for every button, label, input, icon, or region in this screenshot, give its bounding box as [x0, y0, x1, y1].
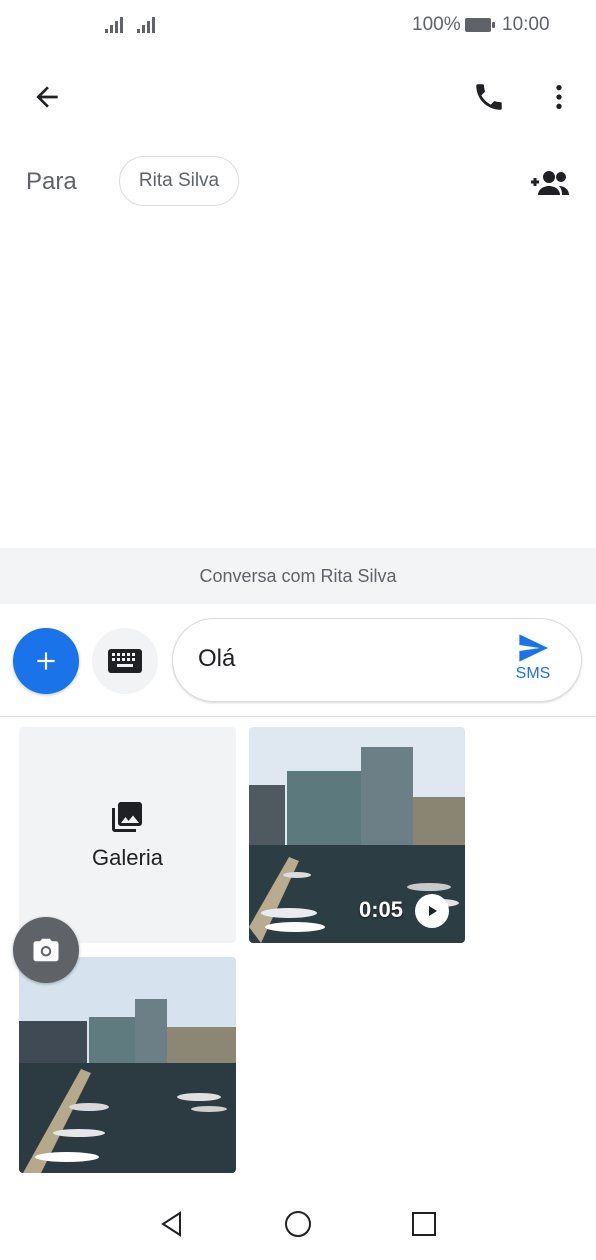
battery-percent: 100%	[412, 14, 461, 35]
more-options-button[interactable]	[534, 72, 584, 122]
send-icon	[519, 634, 548, 662]
play-badge	[415, 894, 449, 928]
camera-button[interactable]	[13, 917, 79, 983]
nav-back-button[interactable]	[148, 1202, 196, 1246]
signal-bars-icon	[105, 17, 123, 33]
more-vert-icon	[556, 85, 562, 109]
recipient-chip[interactable]: Rita Silva	[119, 156, 239, 206]
back-button[interactable]	[22, 72, 72, 122]
keyboard-icon	[108, 649, 142, 673]
to-label: Para	[26, 168, 77, 195]
recipient-row: Para Rita Silva	[0, 142, 596, 225]
video-duration: 0:05	[359, 897, 404, 922]
photo-library-icon	[112, 802, 142, 832]
message-input[interactable]: Olá SMS	[172, 618, 582, 702]
circle-home-icon	[285, 1211, 311, 1237]
video-thumbnail[interactable]: 0:05	[249, 727, 465, 943]
nav-recents-button[interactable]	[400, 1202, 448, 1246]
app-bar	[0, 52, 596, 142]
navigation-bar	[0, 1190, 596, 1260]
status-bar: 100% 10:00	[0, 0, 596, 52]
square-recents-icon	[412, 1212, 436, 1236]
compose-bar: Olá SMS	[0, 604, 596, 717]
harbor-image	[19, 957, 236, 1173]
add-people-icon	[531, 171, 569, 195]
keyboard-button[interactable]	[92, 628, 158, 694]
nav-home-button[interactable]	[274, 1202, 322, 1246]
gallery-tile[interactable]: Galeria	[19, 727, 236, 943]
triangle-back-icon	[161, 1211, 181, 1237]
phone-icon	[476, 84, 502, 110]
plus-icon	[37, 652, 55, 670]
battery-icon	[465, 18, 495, 32]
play-icon	[429, 906, 437, 916]
send-sms-label: SMS	[515, 665, 551, 682]
message-text: Olá	[198, 645, 236, 672]
conversation-area	[0, 224, 596, 548]
conversation-banner: Conversa com Rita Silva	[0, 548, 596, 604]
signal-bars-icon	[137, 17, 155, 33]
camera-icon	[33, 938, 59, 962]
status-time: 10:00	[502, 14, 550, 35]
add-attachment-button[interactable]	[13, 628, 79, 694]
gallery-label: Galeria	[92, 845, 163, 870]
call-button[interactable]	[464, 72, 514, 122]
photo-thumbnail[interactable]	[19, 957, 236, 1173]
send-sms-button[interactable]: SMS	[503, 633, 563, 691]
arrow-left-icon	[36, 86, 58, 108]
add-recipient-button[interactable]	[524, 158, 576, 208]
